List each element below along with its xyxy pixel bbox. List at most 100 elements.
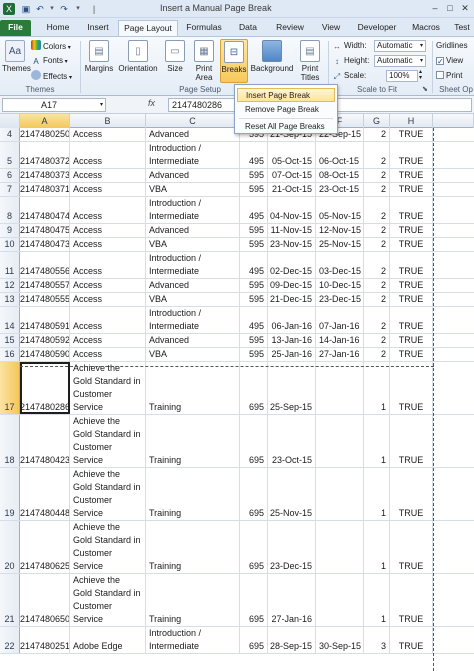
- cell-e17[interactable]: 25-Sep-15: [268, 362, 316, 414]
- tab-page-layout[interactable]: Page Layout: [118, 20, 178, 36]
- cell-h6[interactable]: TRUE: [390, 169, 433, 182]
- select-all-corner[interactable]: [0, 114, 20, 128]
- cell-a6[interactable]: 2147480373: [20, 169, 70, 182]
- cell-f15[interactable]: 14-Jan-16: [316, 334, 364, 347]
- tab-insert[interactable]: Insert: [80, 20, 116, 36]
- cell-e12[interactable]: 09-Dec-15: [268, 279, 316, 292]
- cell-d10[interactable]: 595: [240, 238, 268, 251]
- scale-spinner-icon[interactable]: ▴ ▾: [419, 69, 422, 81]
- row-header[interactable]: 9: [0, 224, 20, 237]
- effects-button[interactable]: Effects ▾: [31, 70, 72, 82]
- close-icon[interactable]: ✕: [458, 2, 472, 15]
- redo-icon[interactable]: ↷: [58, 3, 70, 15]
- cell-g10[interactable]: 2: [364, 238, 390, 251]
- cell-g16[interactable]: 2: [364, 348, 390, 361]
- cell-e11[interactable]: 02-Dec-15: [268, 252, 316, 278]
- cell-f13[interactable]: 23-Dec-15: [316, 293, 364, 306]
- cell-h9[interactable]: TRUE: [390, 224, 433, 237]
- row-header[interactable]: 21: [0, 574, 20, 626]
- cell-b12[interactable]: Access: [70, 279, 146, 292]
- column-header-b[interactable]: B: [70, 114, 146, 128]
- cell-d11[interactable]: 495: [240, 252, 268, 278]
- cell-f12[interactable]: 10-Dec-15: [316, 279, 364, 292]
- cell-h20[interactable]: TRUE: [390, 521, 433, 573]
- cell-c16[interactable]: VBA: [146, 348, 240, 361]
- cell-h7[interactable]: TRUE: [390, 183, 433, 196]
- cell-a13[interactable]: 2147480555: [20, 293, 70, 306]
- gridlines-view-checkbox[interactable]: ✓ View: [436, 55, 463, 67]
- cell-c17[interactable]: Training: [146, 362, 240, 414]
- cell-f5[interactable]: 06-Oct-15: [316, 142, 364, 168]
- column-header-blank[interactable]: [433, 114, 474, 128]
- row-header[interactable]: 18: [0, 415, 20, 467]
- cell-c13[interactable]: VBA: [146, 293, 240, 306]
- cell-h19[interactable]: TRUE: [390, 468, 433, 520]
- cell-g18[interactable]: 1: [364, 415, 390, 467]
- cell-e18[interactable]: 23-Oct-15: [268, 415, 316, 467]
- row-header[interactable]: 16: [0, 348, 20, 361]
- row-header[interactable]: 19: [0, 468, 20, 520]
- cell-h10[interactable]: TRUE: [390, 238, 433, 251]
- column-header-c[interactable]: C: [146, 114, 240, 128]
- cell-d16[interactable]: 595: [240, 348, 268, 361]
- cell-b11[interactable]: Access: [70, 252, 146, 278]
- cell-g14[interactable]: 2: [364, 307, 390, 333]
- cell-f20[interactable]: [316, 521, 364, 573]
- column-header-a[interactable]: A: [20, 114, 70, 128]
- cell-g6[interactable]: 2: [364, 169, 390, 182]
- tab-review[interactable]: Review: [270, 20, 310, 36]
- cell-d21[interactable]: 695: [240, 574, 268, 626]
- cell-c20[interactable]: Training: [146, 521, 240, 573]
- cell-c7[interactable]: VBA: [146, 183, 240, 196]
- cell-c9[interactable]: Advanced: [146, 224, 240, 237]
- cell-g15[interactable]: 2: [364, 334, 390, 347]
- colors-button[interactable]: Colors ▾: [31, 40, 71, 52]
- row-header[interactable]: 6: [0, 169, 20, 182]
- cell-a9[interactable]: 2147480475: [20, 224, 70, 237]
- cell-c21[interactable]: Training: [146, 574, 240, 626]
- cell-h12[interactable]: TRUE: [390, 279, 433, 292]
- cell-a4[interactable]: 2147480250: [20, 128, 70, 141]
- tab-test[interactable]: Test: [451, 20, 473, 36]
- cell-g4[interactable]: 2: [364, 128, 390, 141]
- menu-reset-all-page-breaks[interactable]: Reset All Page Breaks: [237, 120, 335, 134]
- cell-a15[interactable]: 2147480592: [20, 334, 70, 347]
- cell-b20[interactable]: Achieve the Gold Standard in Customer Servi…: [70, 521, 146, 573]
- cell-d15[interactable]: 595: [240, 334, 268, 347]
- cell-g17[interactable]: 1: [364, 362, 390, 414]
- cell-b14[interactable]: Access: [70, 307, 146, 333]
- undo-icon[interactable]: ↶: [34, 3, 46, 15]
- row-header[interactable]: 4: [0, 128, 20, 141]
- cell-c4[interactable]: Advanced: [146, 128, 240, 141]
- cell-c11[interactable]: Introduction / Intermediate: [146, 252, 240, 278]
- row-header[interactable]: 12: [0, 279, 20, 292]
- cell-d22[interactable]: 695: [240, 627, 268, 653]
- cell-b4[interactable]: Access: [70, 128, 146, 141]
- scale-input[interactable]: 100%: [386, 70, 418, 82]
- themes-button[interactable]: Aa Themes: [2, 40, 31, 73]
- cell-g19[interactable]: 1: [364, 468, 390, 520]
- cell-h5[interactable]: TRUE: [390, 142, 433, 168]
- tab-view[interactable]: View: [316, 20, 346, 36]
- cell-b6[interactable]: Access: [70, 169, 146, 182]
- cell-a5[interactable]: 2147480372: [20, 142, 70, 168]
- row-header[interactable]: 20: [0, 521, 20, 573]
- cell-a10[interactable]: 2147480473: [20, 238, 70, 251]
- cell-e5[interactable]: 05-Oct-15: [268, 142, 316, 168]
- column-header-h[interactable]: H: [390, 114, 433, 128]
- cell-b5[interactable]: Access: [70, 142, 146, 168]
- menu-insert-page-break[interactable]: Insert Page Break: [237, 88, 335, 102]
- cell-d5[interactable]: 495: [240, 142, 268, 168]
- cell-d12[interactable]: 595: [240, 279, 268, 292]
- cell-g20[interactable]: 1: [364, 521, 390, 573]
- chevron-down-icon[interactable]: ▾: [100, 99, 103, 111]
- orientation-button[interactable]: ▯ Orientation: [116, 40, 160, 73]
- tab-data[interactable]: Data: [233, 20, 263, 36]
- cell-b13[interactable]: Access: [70, 293, 146, 306]
- cell-e22[interactable]: 28-Sep-15: [268, 627, 316, 653]
- row-header[interactable]: 7: [0, 183, 20, 196]
- cell-h11[interactable]: TRUE: [390, 252, 433, 278]
- cell-f17[interactable]: [316, 362, 364, 414]
- height-select[interactable]: Automatic ▾: [374, 55, 426, 67]
- cell-h22[interactable]: TRUE: [390, 627, 433, 653]
